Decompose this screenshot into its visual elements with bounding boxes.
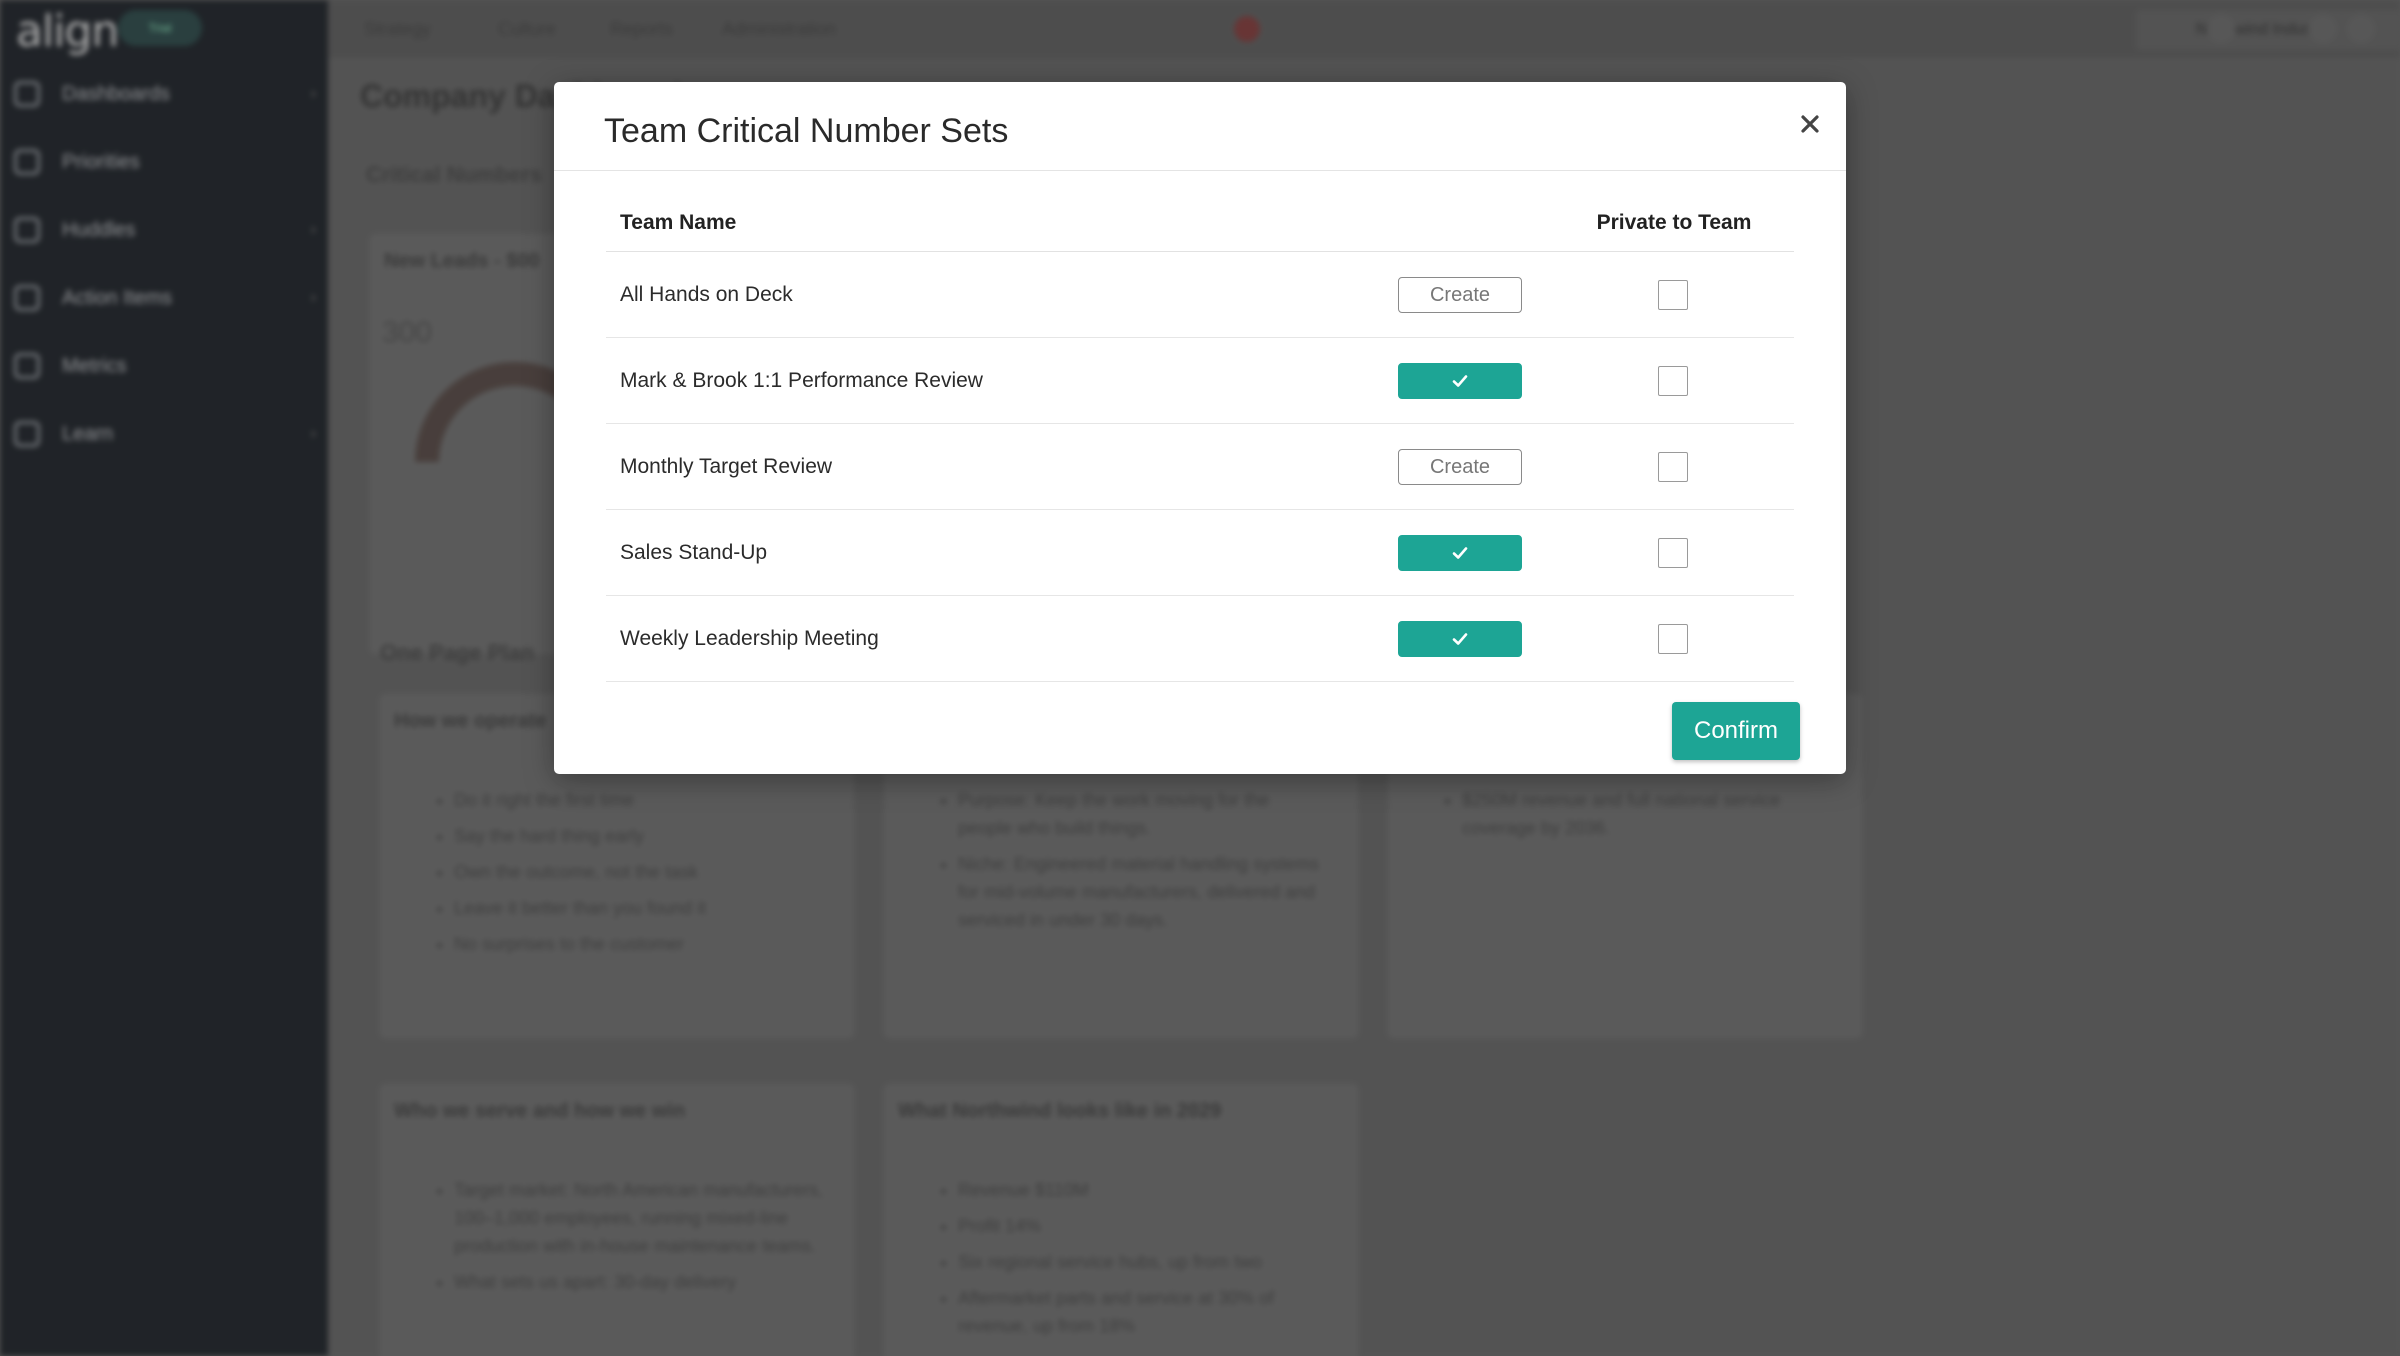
table-row: All Hands on Deck Create bbox=[606, 252, 1794, 338]
team-name: All Hands on Deck bbox=[620, 283, 793, 306]
team-sets-table: Team Name Private to Team All Hands on D… bbox=[606, 194, 1794, 682]
private-checkbox[interactable] bbox=[1658, 624, 1688, 654]
table-header: Team Name Private to Team bbox=[606, 194, 1794, 252]
confirm-button[interactable]: Confirm bbox=[1672, 702, 1800, 760]
modal-divider bbox=[554, 170, 1846, 171]
checkmark-icon bbox=[1452, 375, 1468, 387]
team-critical-number-sets-modal: Team Critical Number Sets Team Name Priv… bbox=[554, 82, 1846, 774]
team-name: Mark & Brook 1:1 Performance Review bbox=[620, 369, 983, 392]
column-header-team-name: Team Name bbox=[620, 211, 737, 234]
table-row: Monthly Target Review Create bbox=[606, 424, 1794, 510]
private-checkbox[interactable] bbox=[1658, 452, 1688, 482]
set-created-button[interactable] bbox=[1398, 535, 1522, 571]
team-name: Monthly Target Review bbox=[620, 455, 833, 478]
checkmark-icon bbox=[1452, 633, 1468, 645]
table-row: Sales Stand-Up bbox=[606, 510, 1794, 596]
checkmark-icon bbox=[1452, 547, 1468, 559]
create-set-button[interactable]: Create bbox=[1398, 449, 1522, 485]
team-name: Sales Stand-Up bbox=[620, 541, 768, 564]
close-icon bbox=[1801, 115, 1819, 133]
private-checkbox[interactable] bbox=[1658, 366, 1688, 396]
table-row: Mark & Brook 1:1 Performance Review bbox=[606, 338, 1794, 424]
table-row: Weekly Leadership Meeting bbox=[606, 596, 1794, 682]
modal-title: Team Critical Number Sets bbox=[604, 112, 1009, 150]
set-created-button[interactable] bbox=[1398, 621, 1522, 657]
private-checkbox[interactable] bbox=[1658, 280, 1688, 310]
column-header-private: Private to Team bbox=[1596, 211, 1752, 234]
create-set-button[interactable]: Create bbox=[1398, 277, 1522, 313]
private-checkbox[interactable] bbox=[1658, 538, 1688, 568]
set-created-button[interactable] bbox=[1398, 363, 1522, 399]
close-button[interactable] bbox=[1790, 104, 1830, 144]
team-name: Weekly Leadership Meeting bbox=[620, 627, 879, 650]
